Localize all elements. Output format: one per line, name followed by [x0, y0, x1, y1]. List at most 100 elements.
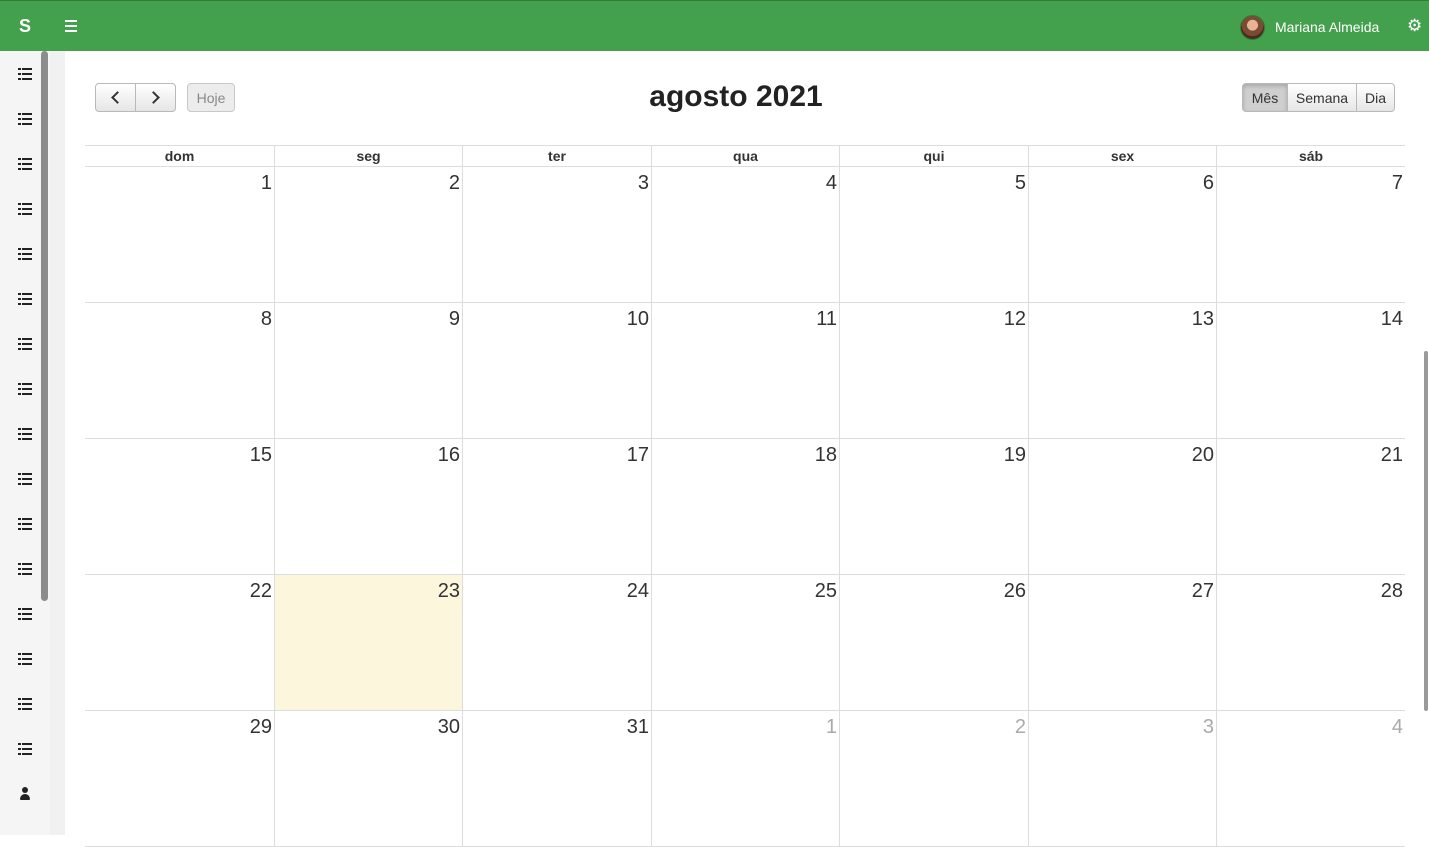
day-cell[interactable]: 7: [1216, 167, 1405, 303]
day-cell[interactable]: 4: [1216, 711, 1405, 847]
list-icon: [18, 562, 32, 575]
day-number: 6: [1202, 172, 1214, 194]
day-number: 30: [437, 716, 460, 738]
list-icon: [18, 157, 32, 170]
month-view-button[interactable]: Mês: [1242, 83, 1288, 112]
day-number: 29: [249, 716, 272, 738]
day-cell[interactable]: 19: [839, 439, 1028, 575]
content-gutter: [50, 51, 65, 835]
day-cell[interactable]: 2: [274, 167, 462, 303]
day-view-button[interactable]: Dia: [1356, 83, 1395, 112]
day-number: 13: [1191, 308, 1214, 330]
day-cell[interactable]: 21: [1216, 439, 1405, 575]
list-icon: [18, 247, 32, 260]
list-icon: [18, 742, 32, 755]
list-icon: [18, 517, 32, 530]
day-cell[interactable]: 17: [462, 439, 651, 575]
day-cell[interactable]: 9: [274, 303, 462, 439]
day-number: 1: [825, 716, 837, 738]
day-number: 23: [437, 580, 460, 602]
weekday-header: ter: [462, 146, 651, 167]
day-cell-today[interactable]: 23: [274, 575, 462, 711]
day-number: 26: [1003, 580, 1026, 602]
day-cell[interactable]: 25: [651, 575, 839, 711]
list-icon: [18, 112, 32, 125]
day-cell[interactable]: 5: [839, 167, 1028, 303]
day-number: 15: [249, 444, 272, 466]
avatar: [1240, 14, 1265, 40]
day-number: 8: [260, 308, 272, 330]
month-calendar: dom seg ter qua qui sex sáb 1 2 3 4 5 6 7 8 9 10 11 12 13 1…: [85, 145, 1405, 847]
day-number: 2: [1014, 716, 1026, 738]
day-number: 28: [1380, 580, 1403, 602]
day-number: 11: [816, 308, 837, 330]
week-view-button[interactable]: Semana: [1287, 83, 1357, 112]
weekday-header: seg: [274, 146, 462, 167]
day-number: 1: [260, 172, 272, 194]
day-number: 27: [1191, 580, 1214, 602]
weekday-header: qui: [839, 146, 1028, 167]
day-cell[interactable]: 26: [839, 575, 1028, 711]
day-number: 18: [814, 444, 837, 466]
hamburger-icon[interactable]: [60, 14, 82, 38]
weekday-header: sáb: [1216, 146, 1405, 167]
day-number: 12: [1003, 308, 1026, 330]
day-number: 5: [1014, 172, 1026, 194]
day-cell[interactable]: 13: [1028, 303, 1216, 439]
day-number: 25: [814, 580, 837, 602]
day-number: 10: [626, 308, 649, 330]
list-icon: [18, 607, 32, 620]
day-number: 19: [1003, 444, 1026, 466]
day-cell[interactable]: 10: [462, 303, 651, 439]
day-cell[interactable]: 1: [651, 711, 839, 847]
day-cell[interactable]: 11: [651, 303, 839, 439]
today-button[interactable]: Hoje: [187, 83, 235, 112]
day-number: 31: [626, 716, 649, 738]
day-cell[interactable]: 20: [1028, 439, 1216, 575]
day-cell[interactable]: 18: [651, 439, 839, 575]
day-cell[interactable]: 6: [1028, 167, 1216, 303]
day-number: 24: [626, 580, 649, 602]
day-cell[interactable]: 2: [839, 711, 1028, 847]
day-cell[interactable]: 3: [462, 167, 651, 303]
day-cell[interactable]: 22: [85, 575, 274, 711]
day-number: 22: [249, 580, 272, 602]
chevron-left-icon: [111, 91, 124, 104]
day-number: 3: [1202, 716, 1214, 738]
day-number: 3: [637, 172, 649, 194]
day-cell[interactable]: 28: [1216, 575, 1405, 711]
calendar-title: agosto 2021: [649, 80, 823, 113]
day-cell[interactable]: 29: [85, 711, 274, 847]
page-scrollbar[interactable]: [1421, 51, 1429, 835]
user-icon: [18, 786, 32, 801]
day-cell[interactable]: 27: [1028, 575, 1216, 711]
list-icon: [18, 337, 32, 350]
list-icon: [18, 472, 32, 485]
user-name: Mariana Almeida: [1275, 19, 1380, 35]
list-icon: [18, 67, 32, 80]
day-number: 20: [1191, 444, 1214, 466]
day-cell[interactable]: 8: [85, 303, 274, 439]
list-icon: [18, 652, 32, 665]
prev-month-button[interactable]: [95, 83, 136, 112]
day-cell[interactable]: 31: [462, 711, 651, 847]
day-cell[interactable]: 12: [839, 303, 1028, 439]
user-menu[interactable]: Mariana Almeida: [1240, 14, 1379, 40]
day-cell[interactable]: 4: [651, 167, 839, 303]
next-month-button[interactable]: [135, 83, 176, 112]
day-number: 17: [626, 444, 649, 466]
day-cell[interactable]: 24: [462, 575, 651, 711]
day-cell[interactable]: 16: [274, 439, 462, 575]
day-cell[interactable]: 30: [274, 711, 462, 847]
day-cell[interactable]: 14: [1216, 303, 1405, 439]
weekday-header: qua: [651, 146, 839, 167]
day-number: 14: [1380, 308, 1403, 330]
gears-icon[interactable]: ⚙: [1407, 16, 1429, 38]
day-cell[interactable]: 15: [85, 439, 274, 575]
sidebar-scrollbar[interactable]: [40, 51, 49, 835]
day-cell[interactable]: 3: [1028, 711, 1216, 847]
day-number: 4: [825, 172, 837, 194]
brand-logo[interactable]: S: [0, 1, 50, 52]
day-cell[interactable]: 1: [85, 167, 274, 303]
list-icon: [18, 202, 32, 215]
